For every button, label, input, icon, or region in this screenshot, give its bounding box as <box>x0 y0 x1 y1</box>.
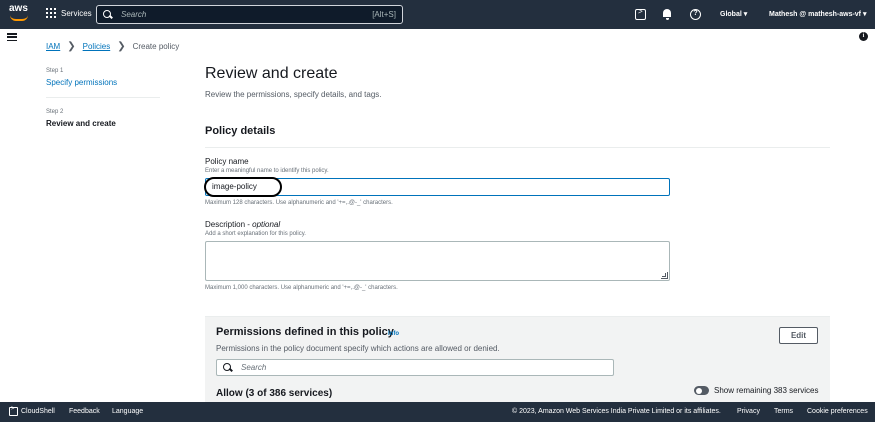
bell-icon[interactable] <box>662 9 673 20</box>
permissions-description: Permissions in the policy document speci… <box>216 344 500 353</box>
policy-name-input[interactable]: image-policy <box>205 178 670 196</box>
chevron-right-icon: ❯ <box>117 41 126 52</box>
policy-name-hint: Enter a meaningful name to identify this… <box>205 168 329 174</box>
cloudshell-icon[interactable] <box>9 406 18 416</box>
services-menu-button[interactable]: Services <box>46 8 92 18</box>
info-link[interactable]: Info <box>388 331 399 337</box>
search-placeholder: Search <box>121 10 147 19</box>
footer: CloudShell Feedback Language © 2023, Ama… <box>0 402 875 422</box>
footer-cookie-preferences[interactable]: Cookie preferences <box>807 408 868 415</box>
hamburger-menu-icon[interactable] <box>7 33 17 41</box>
permissions-heading: Permissions defined in this policy <box>216 326 394 338</box>
aws-logo[interactable]: aws <box>9 4 31 24</box>
footer-copyright: © 2023, Amazon Web Services India Privat… <box>512 408 721 415</box>
footer-cloudshell[interactable]: CloudShell <box>21 408 55 415</box>
footer-privacy[interactable]: Privacy <box>737 408 760 415</box>
policy-name-constraint: Maximum 128 characters. Use alphanumeric… <box>205 200 393 206</box>
top-navigation: aws Services Search [Alt+S] ? Global ▾ M… <box>0 0 875 29</box>
search-icon <box>223 362 233 373</box>
aws-smile-icon <box>10 15 28 21</box>
permissions-panel: Permissions defined in this policy Info … <box>205 316 830 402</box>
policy-name-label: Policy name <box>205 157 249 166</box>
show-remaining-label: Show remaining 383 services <box>714 386 819 395</box>
grid-icon <box>46 8 56 18</box>
step-1-label: Step 1 <box>46 68 64 74</box>
description-textarea[interactable] <box>205 241 670 281</box>
breadcrumb-create-policy: Create policy <box>132 42 180 51</box>
description-constraint: Maximum 1,000 characters. Use alphanumer… <box>205 285 398 291</box>
breadcrumb: IAM ❯ Policies ❯ Create policy <box>46 41 179 52</box>
breadcrumb-policies[interactable]: Policies <box>83 42 111 51</box>
step-2-label: Step 2 <box>46 109 64 115</box>
page-title: Review and create <box>205 65 338 82</box>
step-2-current: Review and create <box>46 119 116 128</box>
aws-logo-text: aws <box>9 3 28 14</box>
footer-feedback[interactable]: Feedback <box>69 408 100 415</box>
chevron-right-icon: ❯ <box>67 41 76 52</box>
show-remaining-toggle[interactable] <box>694 386 709 395</box>
footer-language[interactable]: Language <box>112 408 143 415</box>
region-selector[interactable]: Global ▾ <box>720 10 747 18</box>
description-label: Description - optional <box>205 220 280 229</box>
step-divider <box>46 97 160 98</box>
description-label-text: Description - <box>205 220 253 229</box>
optional-tag: optional <box>252 220 281 229</box>
account-menu[interactable]: Mathesh @ mathesh-aws-vf ▾ <box>769 10 866 18</box>
step-1-link[interactable]: Specify permissions <box>46 78 117 87</box>
search-icon <box>103 9 113 20</box>
description-hint: Add a short explanation for this policy. <box>205 231 306 237</box>
info-panel-icon[interactable]: i <box>859 32 868 41</box>
section-divider <box>205 147 830 148</box>
allow-services-heading: Allow (3 of 386 services) <box>216 388 333 399</box>
breadcrumb-iam[interactable]: IAM <box>46 42 60 51</box>
cloudshell-icon[interactable] <box>635 7 646 20</box>
policy-details-heading: Policy details <box>205 125 276 137</box>
permissions-search-placeholder: Search <box>241 363 267 372</box>
services-label: Services <box>61 8 92 18</box>
search-shortcut: [Alt+S] <box>372 10 396 19</box>
help-icon[interactable]: ? <box>690 9 701 20</box>
resize-handle-icon[interactable] <box>661 272 668 279</box>
page-subtitle: Review the permissions, specify details,… <box>205 90 382 99</box>
permissions-search-input[interactable]: Search <box>216 359 614 376</box>
edit-button[interactable]: Edit <box>779 327 818 344</box>
global-search-input[interactable]: Search [Alt+S] <box>96 5 403 24</box>
footer-terms[interactable]: Terms <box>774 408 793 415</box>
